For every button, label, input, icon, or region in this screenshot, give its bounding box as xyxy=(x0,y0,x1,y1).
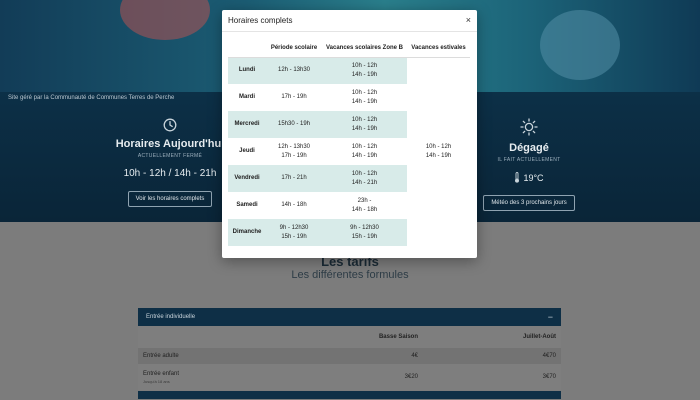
day-label: Dimanche xyxy=(228,219,266,246)
table-row: Lundi 12h - 13h30 10h - 12h 14h - 19h 10h… xyxy=(228,57,470,246)
holiday-hours-cell: 23h -14h - 18h xyxy=(351,197,378,213)
holiday-hours-cell: 10h - 12h 14h - 21h xyxy=(322,165,407,192)
school-hours-cell: 12h - 13h30 xyxy=(266,57,322,84)
school-hours-cell: 12h - 13h30 17h - 19h xyxy=(277,143,311,159)
day-label: Mardi xyxy=(238,94,255,100)
summer-hours-cell: 10h - 12h 14h - 19h xyxy=(407,57,470,246)
holiday-hours-cell: 10h - 12h 14h - 19h xyxy=(351,89,378,105)
day-label: Mercredi xyxy=(228,111,266,138)
modal-header: Horaires complets × xyxy=(222,10,477,32)
holiday-hours-cell: 10h - 12h 14h - 19h xyxy=(322,57,407,84)
holiday-hours-cell: 10h - 12h 14h - 19h xyxy=(322,111,407,138)
school-hours-cell: 14h - 18h xyxy=(281,202,307,208)
day-label: Samedi xyxy=(236,202,258,208)
column-header: Période scolaire xyxy=(266,39,322,58)
holiday-hours-cell: 9h - 12h30 15h - 19h xyxy=(322,219,407,246)
school-hours-cell: 17h - 19h xyxy=(281,94,307,100)
full-hours-modal: Horaires complets × Période scolaire Vac… xyxy=(222,10,477,258)
day-label: Jeudi xyxy=(239,148,255,154)
close-icon[interactable]: × xyxy=(466,16,471,25)
school-hours-cell: 9h - 12h30 15h - 19h xyxy=(266,219,322,246)
holiday-hours-cell: 10h - 12h 14h - 19h xyxy=(351,143,378,159)
day-label: Lundi xyxy=(228,57,266,84)
modal-title: Horaires complets xyxy=(228,16,293,25)
schedule-table: Période scolaire Vacances scolaires Zone… xyxy=(228,39,470,246)
column-header xyxy=(228,39,266,58)
school-hours-cell: 15h30 - 19h xyxy=(266,111,322,138)
schedule-header-row: Période scolaire Vacances scolaires Zone… xyxy=(228,39,470,58)
column-header: Vacances estivales xyxy=(407,39,470,58)
column-header: Vacances scolaires Zone B xyxy=(322,39,407,58)
day-label: Vendredi xyxy=(228,165,266,192)
school-hours-cell: 17h - 21h xyxy=(266,165,322,192)
